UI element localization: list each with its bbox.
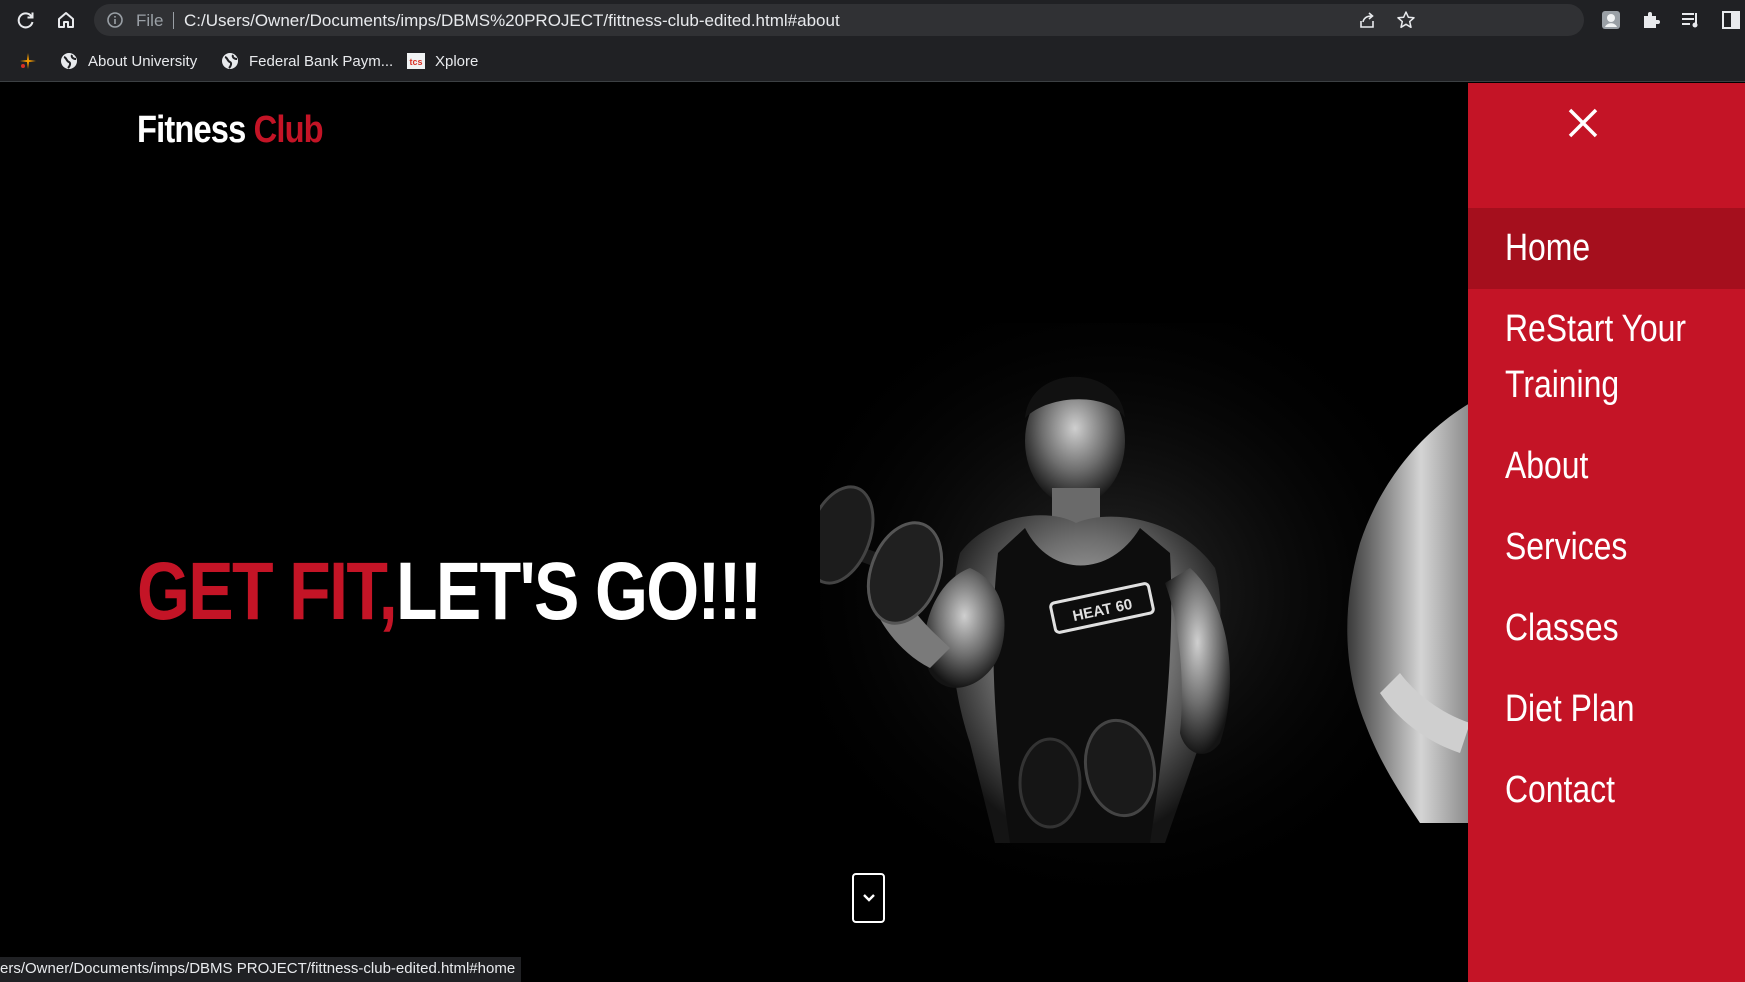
extension-icon[interactable]: [1600, 9, 1622, 31]
page-viewport: HEAT 60 Fitness Club GET FIT,LET'S GO!!!…: [0, 83, 1745, 982]
tcs-icon: tcs: [406, 51, 426, 71]
share-icon[interactable]: [1357, 10, 1377, 30]
browser-toolbar: File C:/Users/Owner/Documents/imps/DBMS%…: [0, 0, 1745, 40]
headline-main: LET'S GO!!!: [395, 546, 762, 637]
status-bar-link-preview: ers/Owner/Documents/imps/DBMS PROJECT/fi…: [0, 957, 522, 982]
globe-icon: [59, 51, 79, 71]
reload-icon[interactable]: [12, 6, 40, 34]
svg-text:tcs: tcs: [409, 57, 422, 67]
bookmarks-bar: About University Federal Bank Paym... tc…: [0, 40, 1745, 82]
apps-shortcut[interactable]: [18, 50, 47, 72]
bookmark-federal-bank[interactable]: Federal Bank Paym...: [220, 50, 393, 72]
home-icon[interactable]: [52, 6, 80, 34]
menu-item-label: Classes: [1505, 607, 1619, 649]
url-scheme-label: File: [136, 11, 164, 30]
bookmark-label: Federal Bank Paym...: [249, 52, 394, 70]
close-icon[interactable]: [1565, 105, 1601, 141]
menu-item-home[interactable]: Home: [1468, 208, 1745, 289]
menu-item-diet-plan[interactable]: Diet Plan: [1468, 669, 1745, 750]
url-text[interactable]: C:/Users/Owner/Documents/imps/DBMS%20PRO…: [184, 11, 840, 31]
omnibox-divider: [173, 12, 174, 29]
bookmark-label: Xplore: [435, 52, 479, 70]
address-bar[interactable]: File C:/Users/Owner/Documents/imps/DBMS%…: [94, 4, 1584, 36]
menu-item-restart-training[interactable]: ReStart Your Training: [1468, 289, 1745, 426]
menu-item-label: Diet Plan: [1505, 688, 1635, 730]
sparkle-icon: [18, 51, 38, 71]
bookmark-xplore[interactable]: tcs Xplore: [406, 50, 478, 72]
side-menu: Home ReStart Your Training About Services…: [1468, 83, 1745, 982]
menu-item-label: Contact: [1505, 769, 1616, 811]
scroll-down-button[interactable]: [852, 873, 885, 923]
hero-athlete-image: HEAT 60: [820, 323, 1470, 923]
menu-item-contact[interactable]: Contact: [1468, 750, 1745, 831]
hero-headline: GET FIT,LET'S GO!!!: [137, 551, 762, 633]
globe-icon: [220, 51, 240, 71]
menu-item-label-line1: ReStart Your: [1505, 308, 1687, 350]
menu-item-label: Home: [1505, 227, 1591, 269]
puzzle-icon[interactable]: [1640, 9, 1662, 31]
bookmark-label: About University: [88, 52, 198, 70]
info-icon[interactable]: [106, 11, 124, 29]
menu-item-services[interactable]: Services: [1468, 507, 1745, 588]
headline-accent: GET FIT,: [137, 546, 398, 637]
menu-item-label: About: [1505, 445, 1589, 487]
logo-text-fitness: Fitness: [137, 109, 246, 151]
menu-item-label: Services: [1505, 526, 1628, 568]
menu-item-about[interactable]: About: [1468, 426, 1745, 507]
side-panel-icon[interactable]: [1720, 9, 1742, 31]
site-logo[interactable]: Fitness Club: [137, 109, 324, 152]
star-icon[interactable]: [1396, 10, 1416, 30]
menu-item-classes[interactable]: Classes: [1468, 588, 1745, 669]
chevron-down-icon: [862, 894, 875, 902]
bookmark-about-university[interactable]: About University: [59, 50, 197, 72]
menu-item-label-line2: Training: [1505, 364, 1620, 406]
menu-list: Home ReStart Your Training About Services…: [1468, 208, 1745, 831]
logo-text-club: Club: [253, 109, 324, 151]
reading-list-icon[interactable]: [1680, 9, 1702, 31]
